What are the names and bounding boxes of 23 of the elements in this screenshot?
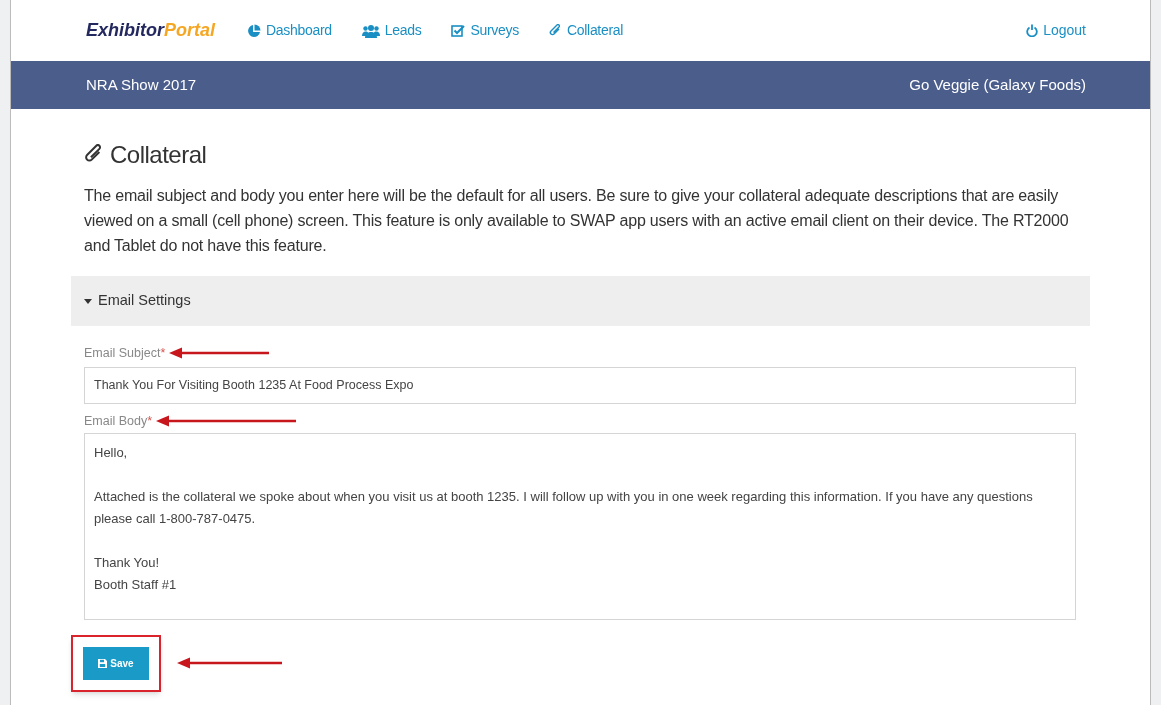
nav-link[interactable]: Dashboard bbox=[247, 20, 332, 41]
field-label: Email Subject* bbox=[84, 345, 166, 362]
brand-logo[interactable]: ExhibitorPortal bbox=[86, 17, 216, 44]
nav-link[interactable]: Collateral bbox=[548, 20, 624, 41]
field-label: Email Body* bbox=[84, 412, 153, 430]
page-description: The email subject and body you enter here will be the default for all users. Be sure to give your collateral adequate descriptions that are easily viewed on a small (cell phone) screen. This feature is only available to SWAP app users with an active email client on their device. The RT2000 and Tablet do not have this feature. bbox=[84, 186, 1070, 256]
event-name: NRA Show 2017 bbox=[86, 74, 197, 95]
subject-field[interactable]: Thank You For Visiting Booth 1235 At Food Process Expo bbox=[84, 366, 1076, 404]
users-icon bbox=[361, 23, 380, 38]
body-field[interactable]: Hello, Attached is the collateral we spoke about when you visit us at booth 1235. I will follow up with you in one week regarding this information. If you have any questions please call 1-800-787-0475. Thank You! Booth Staff #1 bbox=[84, 432, 1076, 620]
checkbox-icon bbox=[451, 24, 466, 37]
logout-link[interactable]: Logout bbox=[1026, 20, 1086, 41]
paperclip-icon bbox=[548, 23, 562, 38]
exhibitor-name: Go Veggie (Galaxy Foods) bbox=[909, 74, 1086, 95]
page-title: Collateral bbox=[110, 140, 207, 170]
nav-link[interactable]: Surveys bbox=[451, 20, 519, 41]
section-header[interactable]: Email Settings bbox=[71, 276, 1090, 326]
caret-down-icon bbox=[84, 298, 92, 304]
power-icon bbox=[1026, 24, 1039, 37]
pie-chart-icon bbox=[247, 23, 262, 38]
floppy-icon bbox=[98, 658, 108, 668]
nav-link[interactable]: Leads bbox=[361, 20, 422, 41]
save-button[interactable]: Save bbox=[83, 646, 149, 680]
